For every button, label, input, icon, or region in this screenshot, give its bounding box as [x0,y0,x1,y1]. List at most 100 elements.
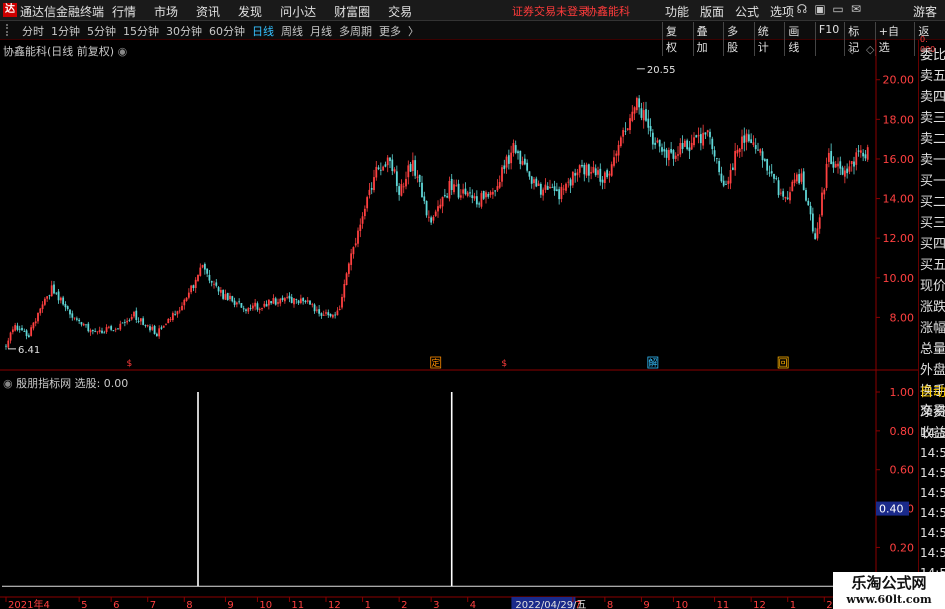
tab-15min[interactable]: 15分钟 [123,23,159,39]
candle-body [352,247,355,255]
candle-body [574,173,577,176]
mail-icon[interactable]: ✉ [847,2,865,16]
tab-multi-period[interactable]: 多周期 [339,23,372,39]
candle-body [5,345,7,347]
window-icon[interactable]: ▭ [829,2,847,16]
candle-body [151,326,154,330]
candle-body [841,167,844,175]
diamond-icon[interactable]: ◇ [866,43,874,56]
candle-body [402,186,405,188]
candle-body [327,312,330,316]
max-price-label: 20.55 [647,65,676,76]
candle-body [199,267,202,276]
tab-intraday[interactable]: 分时 [22,23,44,39]
candle-body [238,301,241,303]
candle-body [169,319,172,321]
tab-30min[interactable]: 30分钟 [166,23,202,39]
chart-canvas[interactable]: 20.00 18.00 16.00 14.00 12.00 10.00 8.00 1.00 0.… [0,40,918,609]
candle-body [558,189,561,200]
candle-body [555,189,558,192]
diamond-icon[interactable]: ◇ [848,43,856,56]
quote-row-label: 买四 [920,237,945,252]
candle-body [590,172,593,174]
menu-item-trade[interactable]: 交易 [388,3,412,20]
menu-item-discover[interactable]: 发现 [238,3,262,20]
candle-body [766,158,769,171]
date-tick-label: 5 [81,600,87,609]
candle-body [370,188,373,190]
candle-body [697,135,700,137]
candle-body [224,294,227,300]
candle-body [336,310,339,316]
menu-item-news[interactable]: 资讯 [196,3,220,20]
tab-60min[interactable]: 60分钟 [209,23,245,39]
indicator-name[interactable]: 殷朋指标网 [16,377,71,390]
indicator-settings-icon[interactable]: ◉ [3,377,13,390]
candle-body [773,173,775,179]
candle-body [457,183,460,198]
candle-body [25,330,28,337]
candle-body [585,164,588,176]
price-tick-label: 16.00 [883,153,915,166]
event-marker[interactable]: 定 [431,357,440,369]
menu-item-wealth[interactable]: 财富圈 [334,3,370,20]
candle-body [800,173,803,182]
tick-time: 14:56 [920,486,945,500]
menu-item-options[interactable]: 选项 [770,3,794,20]
menu-item-quotes[interactable]: 行情 [112,3,136,20]
main-menu: 行情 市场 资讯 发现 问小达 财富圈 交易 [112,3,430,20]
event-marker[interactable]: 回 [779,358,788,369]
event-marker[interactable]: 解 [648,357,657,369]
candle-body [315,309,318,311]
candle-body [478,203,481,205]
candle-body [649,126,652,132]
candle-body [704,132,707,135]
menu-item-market[interactable]: 市场 [154,3,178,20]
candle-body [73,317,76,319]
tab-daily[interactable]: 日线 [252,23,274,39]
trade-login-warning[interactable]: 证券交易未登录 [512,3,589,19]
event-marker[interactable]: $ [501,359,507,369]
candle-body [114,328,117,330]
screen-icon[interactable]: ▣ [811,2,829,16]
candle-body [450,178,453,190]
menu-item-layout[interactable]: 版面 [700,3,724,20]
menu-item-ask[interactable]: 问小达 [280,3,316,20]
candle-body [133,311,135,317]
candle-body [693,137,695,146]
candle-body [295,299,298,301]
candle-body [322,314,325,316]
candle-body [462,189,465,194]
tab-1min[interactable]: 1分钟 [51,23,80,39]
candle-body [571,171,574,186]
menu-item-functions[interactable]: 功能 [665,3,689,20]
candle-body [405,178,407,187]
auto-trade-toggle[interactable]: 自动 [920,383,945,403]
candle-body [448,180,451,199]
candle-body [542,189,545,196]
candle-body [357,230,359,244]
tab-5min[interactable]: 5分钟 [87,23,116,39]
event-marker[interactable]: $ [127,359,133,369]
candle-body [526,162,529,171]
candle-body [619,137,622,147]
candle-body [562,188,565,190]
candle-body [299,298,302,304]
tab-weekly[interactable]: 周线 [281,23,303,39]
candle-body [830,151,833,165]
candle-body [702,132,705,146]
candle-body [213,283,215,285]
guest-user[interactable]: 游客 [913,3,937,20]
candle-body [510,152,513,164]
quote-row-label: 现价 [920,279,945,294]
candle-body [368,189,371,195]
headset-icon[interactable]: ☊ [793,2,811,16]
tab-more[interactable]: 更多〉 [379,23,426,39]
candle-body [453,184,455,193]
panel-settings-icon[interactable]: ◉ [118,45,128,58]
candle-body [489,192,492,195]
menu-item-formula[interactable]: 公式 [735,3,759,20]
date-tick-label: 7 [575,600,581,609]
candle-body [855,152,858,165]
tab-monthly[interactable]: 月线 [310,23,332,39]
